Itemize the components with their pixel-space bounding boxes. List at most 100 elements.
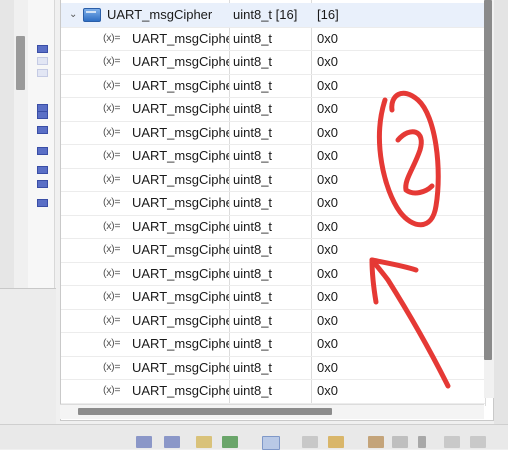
breakpoint-marker[interactable] xyxy=(37,69,48,77)
right-edge xyxy=(494,0,508,448)
expression-name: UART_msgCipher xyxy=(132,383,229,398)
value-cell[interactable]: 0x0 xyxy=(317,168,477,191)
bottom-toolbar xyxy=(0,424,508,449)
name-cell: (x)= UART_msgCipher xyxy=(61,285,229,308)
name-cell: (x)= UART_msgCipher xyxy=(61,27,229,50)
name-cell: ⌄ UART_msgCipher xyxy=(61,3,229,26)
table-row-parent[interactable]: ⌄ UART_msgCipher uint8_t [16] [16] xyxy=(61,3,485,28)
type-cell: uint8_t xyxy=(233,148,273,163)
folder-icon[interactable] xyxy=(196,436,212,448)
maximize-icon[interactable] xyxy=(470,436,486,448)
table-row[interactable]: (x)= UART_msgCipher uint8_t 0x0 xyxy=(61,27,485,51)
name-cell: (x)= UART_msgCipher xyxy=(61,332,229,355)
table-row[interactable]: (x)= UART_msgCipher uint8_t 0x0 xyxy=(61,97,485,122)
variable-icon: (x)= xyxy=(103,125,121,138)
value-cell[interactable]: 0x0 xyxy=(317,97,477,120)
expression-name: UART_msgCipher xyxy=(132,77,229,93)
value-cell[interactable]: 0x0 xyxy=(317,191,477,214)
value-cell[interactable]: 0x0 xyxy=(317,285,477,308)
value-cell[interactable]: [16] xyxy=(317,3,477,26)
table-row[interactable]: (x)= UART_msgCipher uint8_t 0x0 xyxy=(61,74,485,98)
variable-icon: (x)= xyxy=(103,196,121,208)
value-cell[interactable]: 0x0 xyxy=(317,121,477,144)
name-cell: (x)= UART_msgCipher xyxy=(61,356,229,379)
table-row[interactable]: (x)= UART_msgCipher uint8_t 0x0 xyxy=(61,356,485,380)
name-cell: (x)= UART_msgCipher xyxy=(61,97,229,120)
name-cell: (x)= UART_msgCipher xyxy=(61,262,229,285)
expression-name: UART_msgCipher xyxy=(132,30,229,46)
table-row[interactable]: (x)= UART_msgCipher uint8_t 0x0 xyxy=(61,285,485,310)
type-cell: uint8_t xyxy=(233,30,273,46)
layout-icon[interactable] xyxy=(302,436,318,448)
value-cell[interactable]: 0x0 xyxy=(317,332,477,355)
value-cell[interactable]: 0x0 xyxy=(317,379,477,402)
type-cell: uint8_t xyxy=(233,242,273,257)
array-variable-icon xyxy=(83,8,101,22)
breakpoint-marker[interactable] xyxy=(37,199,48,207)
variable-icon: (x)= xyxy=(103,360,121,373)
type-cell: uint8_t xyxy=(233,265,273,281)
value-cell[interactable]: 0x0 xyxy=(317,238,477,261)
value-cell[interactable]: 0x0 xyxy=(317,74,477,97)
horizontal-scrollbar-thumb[interactable] xyxy=(78,408,332,415)
name-cell: (x)= UART_msgCipher xyxy=(61,191,229,214)
expression-name: UART_msgCipher xyxy=(132,171,229,187)
value-cell[interactable]: 0x0 xyxy=(317,262,477,285)
expression-name: UART_msgCipher xyxy=(132,336,229,351)
export-icon[interactable] xyxy=(222,436,238,448)
name-cell: (x)= UART_msgCipher xyxy=(61,121,229,144)
vertical-scrollbar-thumb[interactable] xyxy=(484,0,492,360)
breakpoint-marker[interactable] xyxy=(37,180,48,188)
expression-name: UART_msgCipher xyxy=(132,359,229,375)
variable-icon: (x)= xyxy=(103,266,121,279)
expression-name: UART_msgCipher xyxy=(132,54,229,69)
value-cell[interactable]: 0x0 xyxy=(317,215,477,238)
expression-name: UART_msgCipher xyxy=(132,218,229,234)
register-icon[interactable] xyxy=(164,436,180,448)
key-icon[interactable] xyxy=(418,436,426,448)
name-cell: (x)= UART_msgCipher xyxy=(61,144,229,167)
table-row[interactable]: (x)= UART_msgCipher uint8_t 0x0 xyxy=(61,168,485,192)
table-row[interactable]: (x)= UART_msgCipher uint8_t 0x0 xyxy=(61,379,485,404)
value-cell[interactable]: 0x0 xyxy=(317,309,477,332)
expression-name: UART_msgCipher xyxy=(132,195,229,210)
table-row[interactable]: (x)= UART_msgCipher uint8_t 0x0 xyxy=(61,309,485,333)
breakpoint-marker[interactable] xyxy=(37,147,48,155)
tools-icon[interactable] xyxy=(368,436,384,448)
breakpoint-marker[interactable] xyxy=(37,45,48,53)
minimize-icon[interactable] xyxy=(444,436,460,448)
table-row[interactable]: (x)= UART_msgCipher uint8_t 0x0 xyxy=(61,50,485,75)
value-cell[interactable]: 0x0 xyxy=(317,27,477,50)
breakpoint-marker[interactable] xyxy=(37,166,48,174)
expression-name: UART_msgCipher xyxy=(132,265,229,281)
value-cell[interactable]: 0x0 xyxy=(317,356,477,379)
table-row[interactable]: (x)= UART_msgCipher uint8_t 0x0 xyxy=(61,332,485,357)
left-scroll-thumb[interactable] xyxy=(16,36,25,90)
variable-icon: (x)= xyxy=(103,243,121,255)
breakpoint-marker[interactable] xyxy=(37,111,48,119)
table-row[interactable]: (x)= UART_msgCipher uint8_t 0x0 xyxy=(61,215,485,239)
settings-icon[interactable] xyxy=(392,436,408,448)
breakpoint-marker[interactable] xyxy=(37,126,48,134)
table-row[interactable]: (x)= UART_msgCipher uint8_t 0x0 xyxy=(61,121,485,145)
table-row[interactable]: (x)= UART_msgCipher uint8_t 0x0 xyxy=(61,191,485,216)
expression-name: UART_msgCipher xyxy=(132,124,229,140)
type-cell: uint8_t xyxy=(233,218,273,234)
register-icon[interactable] xyxy=(136,436,152,448)
expression-name: UART_msgCipher xyxy=(132,312,229,328)
table-row[interactable]: (x)= UART_msgCipher uint8_t 0x0 xyxy=(61,144,485,169)
expression-name: UART_msgCipher xyxy=(132,242,229,257)
variable-icon: (x)= xyxy=(103,384,121,396)
type-cell: uint8_t xyxy=(233,77,273,93)
chevron-down-icon[interactable]: ⌄ xyxy=(69,3,77,26)
value-cell[interactable]: 0x0 xyxy=(317,50,477,73)
breakpoint-marker[interactable] xyxy=(37,57,48,65)
open-folder-icon[interactable] xyxy=(328,436,344,448)
table-row[interactable]: (x)= UART_msgCipher uint8_t 0x0 xyxy=(61,262,485,286)
type-cell: uint8_t [16] xyxy=(233,7,298,22)
value-cell[interactable]: 0x0 xyxy=(317,144,477,167)
name-cell: (x)= UART_msgCipher xyxy=(61,309,229,332)
table-row[interactable]: (x)= UART_msgCipher uint8_t 0x0 xyxy=(61,238,485,263)
variable-icon: (x)= xyxy=(103,290,121,302)
variable-icon: (x)= xyxy=(103,149,121,161)
